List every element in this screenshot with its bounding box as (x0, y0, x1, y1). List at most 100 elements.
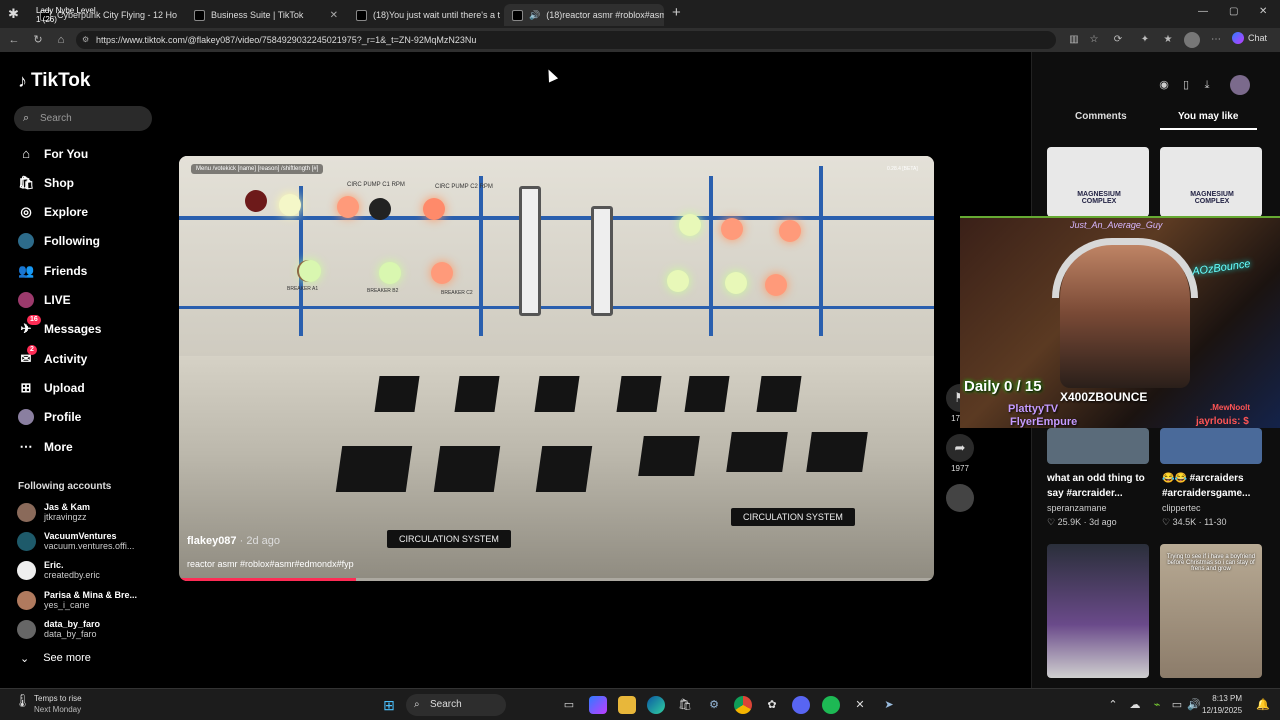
sidebar-item-following[interactable]: Following (18, 233, 100, 249)
account-name: VacuumVentures (44, 531, 117, 541)
switch (616, 376, 662, 412)
copilot-chat-button[interactable]: Chat (1232, 32, 1267, 44)
steam-app-icon[interactable]: ➤ (880, 696, 898, 714)
following-account[interactable]: Parisa & Mina & Bre... yes_i_cane (17, 590, 137, 610)
activity-icon: ✉ 2 (18, 345, 37, 367)
task-view-icon[interactable]: ▭ (560, 696, 578, 714)
sidebar-item-more[interactable]: ⋯ More (18, 439, 73, 455)
taskbar-clock[interactable]: 8:13 PM 12/19/2025 (1202, 693, 1242, 717)
sidebar-item-for-you[interactable]: ⌂ For You (18, 146, 88, 162)
sidebar-item-activity[interactable]: ✉ 2 Activity (18, 345, 87, 367)
sound-disc[interactable] (946, 484, 974, 514)
recommended-thumbnail[interactable]: MAGNESIUM COMPLEX (1160, 147, 1262, 217)
browser-logo-icon[interactable]: ✱ (8, 6, 26, 22)
reload-icon[interactable]: ↻ (30, 32, 46, 48)
chrome-icon[interactable] (734, 696, 752, 714)
sidebar-item-live[interactable]: LIVE (18, 292, 71, 308)
volume-icon[interactable]: 🔊 (1185, 696, 1203, 714)
recommended-thumbnail[interactable]: Trying to see if i have a boyfriend befo… (1160, 544, 1262, 678)
video-user[interactable]: speranzamane (1047, 503, 1107, 513)
split-screen-icon[interactable]: ▥ (1066, 32, 1082, 48)
video-description[interactable]: reactor asmr #roblox#asmr#edmondx#fyp (187, 559, 354, 569)
nvidia-icon[interactable]: ⌁ (1148, 696, 1166, 714)
video-title[interactable]: 😂😂 #arcraiders #arcraidersgame... (1162, 471, 1266, 501)
recommended-thumbnail[interactable] (1160, 428, 1262, 464)
tiktok-logo[interactable]: ♪ TikTok (18, 70, 90, 92)
site-info-icon[interactable]: ⚙ (82, 31, 89, 49)
window-close-icon[interactable]: ✕ (1259, 6, 1267, 17)
indicator-lamp (369, 198, 391, 220)
compass-icon[interactable]: ◉ (1156, 77, 1172, 93)
steam-icon[interactable]: ⚙ (705, 696, 723, 714)
favorite-star-icon[interactable]: ☆ (1086, 32, 1102, 48)
recommended-thumbnail[interactable] (1047, 544, 1149, 678)
see-more-button[interactable]: ⌄ See more (20, 652, 91, 665)
url-field[interactable]: ⚙ https://www.tiktok.com/@flakey087/vide… (76, 31, 1056, 49)
collections-icon[interactable] (1184, 32, 1200, 48)
speaker-icon[interactable]: 🔊 (529, 10, 540, 21)
sidebar-item-profile[interactable]: Profile (18, 409, 81, 425)
discord-icon[interactable] (792, 696, 810, 714)
tab-you-may-like[interactable]: You may like (1178, 111, 1238, 122)
tab-comments[interactable]: Comments (1075, 111, 1127, 122)
tiktok-note-icon: ♪ (18, 70, 27, 91)
xbox-icon[interactable]: ✕ (851, 696, 869, 714)
music-disc-icon (946, 484, 974, 512)
home-icon[interactable]: ⌂ (53, 32, 69, 48)
extension-refresh-icon[interactable]: ⟳ (1110, 32, 1126, 48)
search-input[interactable]: ⌕ Search (14, 106, 152, 131)
sidebar-item-shop[interactable]: 🛍 Shop (18, 175, 74, 191)
following-account[interactable]: Eric. createdby.eric (17, 560, 100, 580)
sidebar-item-messages[interactable]: ✈ 16 Messages (18, 315, 101, 337)
following-account[interactable]: Jas & Kam jtkravingzz (17, 502, 90, 522)
store-icon[interactable]: 🛍 (676, 696, 694, 714)
recommended-thumbnail[interactable] (1047, 428, 1149, 464)
video-author[interactable]: flakey087 · 2d ago (187, 535, 280, 547)
avatar (17, 531, 36, 551)
network-icon[interactable]: ▭ (1168, 696, 1186, 714)
new-tab-button[interactable]: + (672, 4, 681, 21)
taskbar-search[interactable]: ⌕ Search (406, 694, 506, 716)
copilot-icon[interactable] (589, 696, 607, 714)
download-icon[interactable]: ⤓ (1199, 77, 1215, 93)
daily-counter: Daily 0 / 15 (964, 378, 1042, 395)
video-progress-bar[interactable] (179, 578, 934, 581)
tab-title: (18)You just wait until there's a tai (373, 10, 500, 20)
following-account[interactable]: data_by_faro data_by_faro (17, 619, 100, 639)
sidebar-item-upload[interactable]: ⊞ Upload (18, 380, 85, 396)
onedrive-icon[interactable]: ☁ (1126, 696, 1144, 714)
video-title[interactable]: what an odd thing to say #arcraider... (1047, 471, 1151, 501)
account-handle: yes_i_cane (44, 600, 90, 610)
device-icon[interactable]: ▯ (1178, 77, 1194, 93)
extensions-icon[interactable]: ✦ (1137, 32, 1153, 48)
close-icon[interactable]: ✕ (330, 10, 338, 21)
circulation-system-sign: CIRCULATION SYSTEM (387, 530, 511, 548)
recommended-thumbnail[interactable]: MAGNESIUM COMPLEX (1047, 147, 1149, 217)
user-avatar[interactable] (1230, 75, 1250, 95)
windows-start-icon[interactable]: ⊞ (380, 696, 398, 714)
notification-bell-icon[interactable]: 🔔 (1254, 696, 1272, 714)
sidebar-item-explore[interactable]: ◎ Explore (18, 204, 88, 220)
author-name[interactable]: flakey087 (187, 535, 237, 547)
file-explorer-icon[interactable] (618, 696, 636, 714)
sidebar-item-label: Following (44, 234, 100, 248)
tray-chevron-icon[interactable]: ⌃ (1104, 696, 1122, 714)
edge-icon[interactable] (647, 696, 665, 714)
favorites-icon[interactable]: ★ (1160, 32, 1176, 48)
following-account[interactable]: VacuumVentures vacuum.ventures.offi... (17, 531, 134, 551)
video-age: 3d ago (1089, 517, 1117, 527)
maximize-icon[interactable]: ▢ (1229, 6, 1238, 17)
minimize-icon[interactable]: — (1198, 6, 1208, 17)
spotify-icon[interactable] (822, 696, 840, 714)
tab-reactor-asmr[interactable]: 🔊 (18)reactor asmr #roblox#asm ✕ (504, 4, 664, 26)
video-user[interactable]: clippertec (1162, 503, 1201, 513)
tab-business-suite[interactable]: Business Suite | TikTok ✕ (186, 4, 346, 26)
share-button[interactable]: ➦ 1977 (946, 434, 974, 473)
weather-widget[interactable]: 🌡 Temps to rise Next Monday (14, 693, 82, 715)
video-player[interactable]: CIRCULATION SYSTEM CIRCULATION SYSTEM CI… (179, 156, 934, 581)
app-icon[interactable]: ✿ (763, 696, 781, 714)
back-icon[interactable]: ← (6, 32, 22, 48)
sidebar-item-friends[interactable]: 👥 Friends (18, 263, 87, 279)
tab-you-just-wait[interactable]: (18)You just wait until there's a tai ✕ (348, 4, 500, 26)
more-menu-icon[interactable]: ⋯ (1208, 32, 1224, 48)
